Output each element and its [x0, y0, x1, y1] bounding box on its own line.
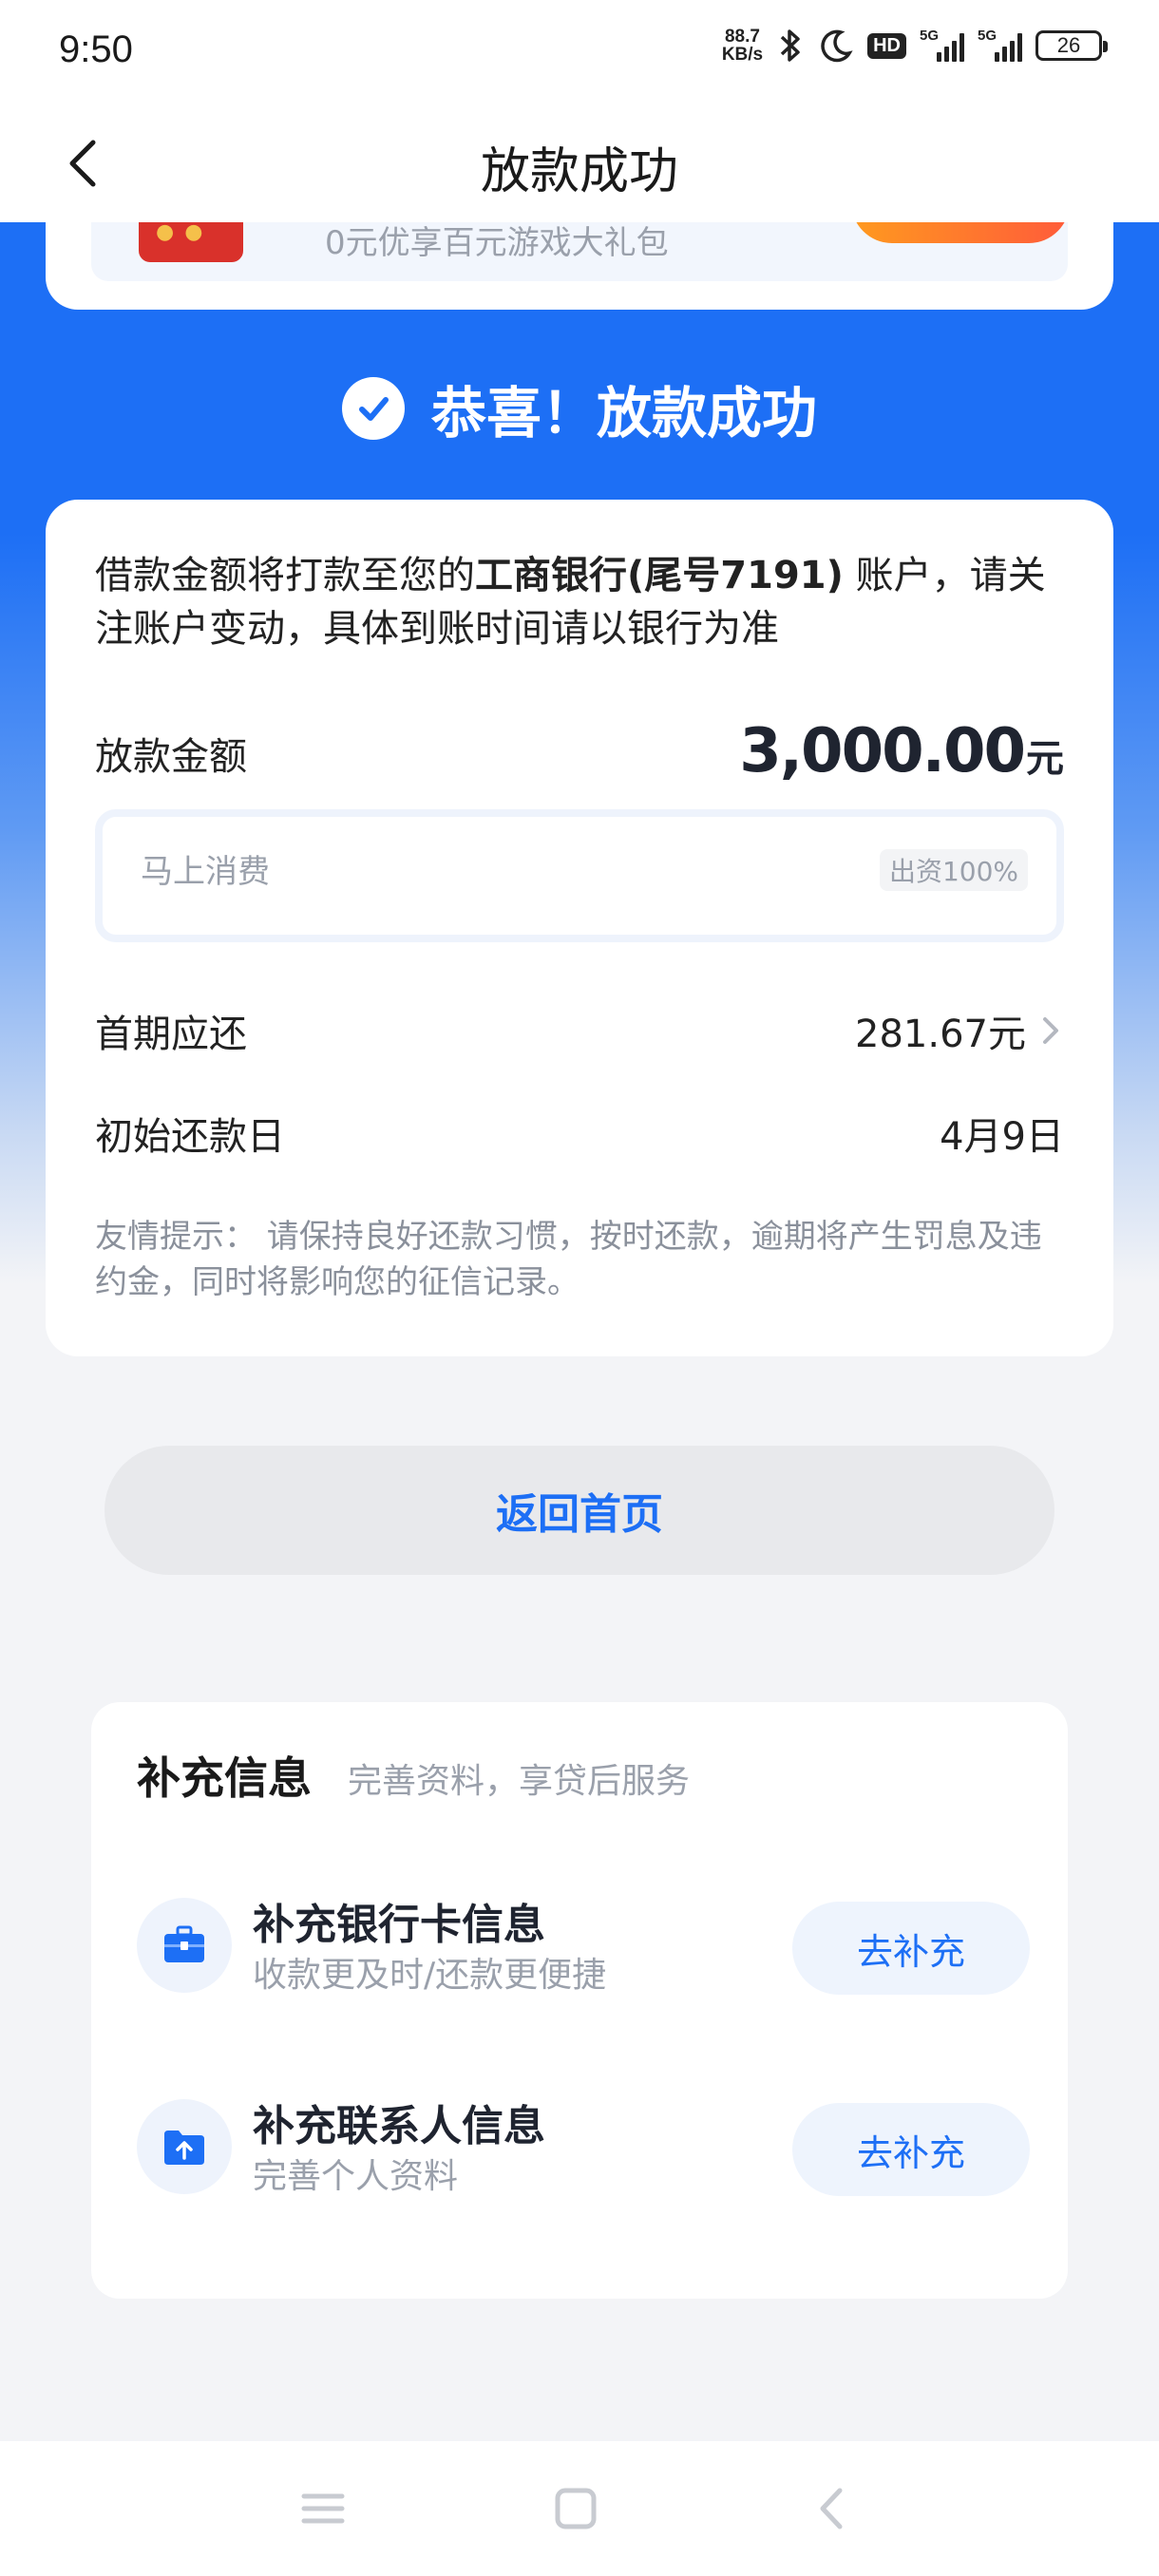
loan-info-card: 借款金额将打款至您的工商银行(尾号7191) 账户，请关注账户变动，具体到账时间…: [46, 500, 1113, 1356]
signal-1-label: 5G: [920, 28, 940, 44]
network-speed-value: 88.7: [724, 27, 760, 47]
moon-icon: [821, 29, 853, 63]
status-time: 9:50: [59, 28, 133, 70]
nav-bar: 放款成功: [0, 104, 1159, 222]
success-header: 恭喜！放款成功: [0, 369, 1159, 448]
first-repayment-value: 281.67元: [855, 1013, 1026, 1056]
supplement-item-desc: 收款更及时/还款更便捷: [253, 1956, 607, 1995]
amount-value: 3,000.00: [739, 716, 1026, 786]
return-home-button[interactable]: 返回首页: [104, 1446, 1054, 1575]
supplement-title: 补充信息: [137, 1752, 312, 1804]
status-bar: 9:50 88.7 KB/s HD 5G 5G 26: [0, 0, 1159, 104]
funder-name: 马上消费: [141, 853, 270, 891]
battery-level: 26: [1056, 33, 1081, 57]
supplement-card: 补充信息 完善资料，享贷后服务 补充银行卡信息 收款更及时/还款更便捷 去补充 …: [91, 1702, 1068, 2299]
folder-upload-icon: [137, 2099, 232, 2194]
bluetooth-icon: [780, 29, 800, 62]
supplement-bank-card-button[interactable]: 去补充: [792, 1902, 1030, 1995]
hd-badge: HD: [867, 32, 906, 59]
supplement-item-bank-card: 补充银行卡信息 收款更及时/还款更便捷 去补充: [137, 1892, 1030, 2006]
disbursement-notice: 借款金额将打款至您的工商银行(尾号7191) 账户，请关注账户变动，具体到账时间…: [95, 549, 1074, 655]
notice-bank: 工商银行(尾号7191): [475, 554, 844, 597]
supplement-subtitle: 完善资料，享贷后服务: [348, 1762, 691, 1801]
battery-icon: 26: [1036, 30, 1108, 61]
amount-value-group: 3,000.00 元: [739, 716, 1064, 786]
system-nav-bar: [0, 2441, 1159, 2576]
first-repayment-label: 首期应还: [95, 1013, 247, 1056]
amount-unit: 元: [1026, 737, 1064, 781]
briefcase-icon: [137, 1898, 232, 1993]
notice-prefix: 借款金额将打款至您的: [95, 554, 475, 597]
funder-share-badge: 出资100%: [879, 849, 1028, 891]
first-repayment-row[interactable]: 281.67元: [855, 1003, 1064, 1058]
amount-label: 放款金额: [95, 735, 247, 779]
home-square-icon[interactable]: [549, 2485, 602, 2532]
start-date-label: 初始还款日: [95, 1115, 285, 1159]
chevron-right-icon: [1043, 1017, 1058, 1044]
supplement-item-contact: 补充联系人信息 完善个人资料 去补充: [137, 2093, 1030, 2207]
menu-icon[interactable]: [296, 2485, 350, 2532]
network-speed-unit: KB/s: [721, 45, 764, 65]
supplement-item-title: 补充银行卡信息: [253, 1901, 545, 1949]
funder-box: 马上消费 出资100%: [95, 809, 1064, 942]
promo-text: 0元优享百元游戏大礼包: [325, 224, 669, 262]
signal-2-label: 5G: [978, 28, 998, 44]
start-date-value: 4月9日: [940, 1115, 1064, 1159]
page-title: 放款成功: [480, 143, 678, 200]
status-icons: 88.7 KB/s HD 5G 5G 26: [722, 27, 1108, 65]
network-speed: 88.7 KB/s: [722, 28, 763, 64]
supplement-item-desc: 完善个人资料: [253, 2157, 459, 2196]
supplement-item-title: 补充联系人信息: [253, 2102, 545, 2150]
friendly-tip: 友情提示： 请保持良好还款习惯，按时还款，逾期将产生罚息及违约金，同时将影响您的…: [95, 1218, 1042, 1301]
signal-1-icon: 5G: [920, 28, 964, 62]
back-triangle-icon[interactable]: [806, 2485, 859, 2532]
success-message: 恭喜！放款成功: [430, 381, 817, 445]
supplement-contact-button[interactable]: 去补充: [792, 2103, 1030, 2196]
signal-2-icon: 5G: [978, 28, 1022, 62]
check-circle-icon: [341, 377, 405, 440]
